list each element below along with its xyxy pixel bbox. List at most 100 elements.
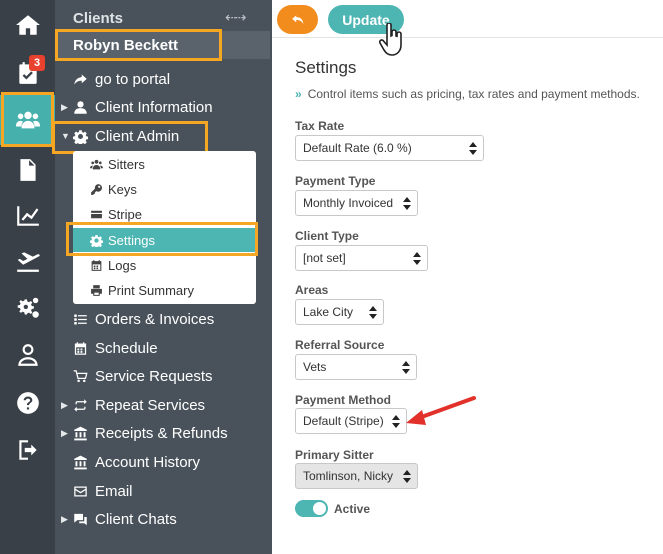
field-label-areas: Areas <box>295 283 329 297</box>
plane-icon[interactable] <box>0 238 55 284</box>
repeat-icon <box>71 396 89 414</box>
bank-icon <box>71 453 89 471</box>
share-arrow-icon <box>71 70 89 88</box>
sidebar-item-label: Orders & Invoices <box>95 310 215 328</box>
group-icon <box>89 157 103 171</box>
description-text: Control items such as pricing, tax rates… <box>307 87 640 101</box>
toolbar: Update <box>272 0 663 38</box>
home-icon[interactable] <box>0 2 55 48</box>
list-icon <box>71 310 89 328</box>
payment-type-select[interactable]: Monthly Invoiced <box>295 190 418 216</box>
select-value: Default Rate (6.0 %) <box>303 141 412 155</box>
submenu-item-label: Keys <box>108 181 137 197</box>
sidebar-item-label: Receipts & Refunds <box>95 424 228 442</box>
sidebar-item-label: Repeat Services <box>95 396 206 414</box>
back-button[interactable] <box>277 5 318 34</box>
field-label-payment-method: Payment Method <box>295 393 392 407</box>
chart-icon[interactable] <box>0 193 55 239</box>
sidebar-item-label: Service Requests <box>95 367 213 385</box>
client-name-highlight <box>55 29 222 61</box>
sidebar-item-label: go to portal <box>95 70 171 88</box>
active-label: Active <box>334 502 371 516</box>
logout-icon[interactable] <box>0 427 55 473</box>
double-chevron-right-icon: » <box>295 87 302 101</box>
user-icon[interactable] <box>0 332 55 378</box>
rail-highlight <box>1 92 54 147</box>
caret-right-icon: ▶ <box>61 513 68 524</box>
field-label-primary-sitter: Primary Sitter <box>295 448 374 462</box>
sort-arrows-icon <box>413 252 421 265</box>
notification-badge: 3 <box>29 55 45 71</box>
sidebar-item-client-information[interactable]: ▶ Client Information <box>55 95 272 119</box>
sort-arrows-icon <box>403 197 411 210</box>
document-icon[interactable] <box>0 147 55 193</box>
sidebar-item-label: Client Chats <box>95 510 177 528</box>
prev-next-arrows[interactable]: ⇠⇢ <box>225 9 247 26</box>
field-label-referral-source: Referral Source <box>295 338 385 352</box>
submenu-item-sitters[interactable]: Sitters <box>73 152 256 176</box>
toggle-knob <box>313 502 326 515</box>
select-value: Lake City <box>303 305 354 319</box>
primary-sitter-select[interactable]: Tomlinson, Nicky <box>295 463 418 489</box>
user-icon <box>71 98 89 116</box>
credit-card-icon <box>89 207 103 221</box>
caret-right-icon: ▶ <box>61 427 68 438</box>
submenu-item-label: Logs <box>108 257 137 273</box>
sidebar-item-client-chats[interactable]: ▶ Client Chats <box>55 507 272 531</box>
sidebar-item-go-to-portal[interactable]: go to portal <box>55 67 272 91</box>
icon-rail: 3 <box>0 0 55 554</box>
sidebar-item-schedule[interactable]: Schedule <box>55 336 272 360</box>
select-value: Tomlinson, Nicky <box>303 469 394 483</box>
caret-right-icon: ▶ <box>61 399 68 410</box>
referral-source-select[interactable]: Vets <box>295 354 417 380</box>
sidebar-item-label: Account History <box>95 453 201 471</box>
client-sidebar: Clients ⇠⇢ Robyn Beckett go to portal ▶ … <box>52 0 272 554</box>
calendar-icon <box>89 258 103 272</box>
client-admin-highlight <box>52 121 208 154</box>
help-icon[interactable] <box>0 380 55 426</box>
client-type-select[interactable]: [not set] <box>295 245 428 271</box>
sort-arrows-icon <box>469 142 477 155</box>
annotation-arrow-icon <box>406 396 476 425</box>
page-description: » Control items such as pricing, tax rate… <box>295 87 640 101</box>
sort-arrows-icon <box>369 306 377 319</box>
key-icon <box>89 182 103 196</box>
page-title: Settings <box>295 58 357 77</box>
active-toggle[interactable] <box>295 500 328 517</box>
sidebar-item-orders-invoices[interactable]: Orders & Invoices <box>55 307 272 331</box>
submenu-item-logs[interactable]: Logs <box>73 253 256 277</box>
areas-select[interactable]: Lake City <box>295 299 384 325</box>
caret-right-icon: ▶ <box>61 101 68 112</box>
payment-method-select[interactable]: Default (Stripe) <box>295 408 407 434</box>
sidebar-item-label: Schedule <box>95 339 158 357</box>
main-content: Update Settings » Control items such as p… <box>272 0 663 554</box>
select-value: Vets <box>303 360 327 374</box>
bank-icon <box>71 424 89 442</box>
submenu-item-keys[interactable]: Keys <box>73 177 256 201</box>
sidebar-item-account-history[interactable]: Account History <box>55 450 272 474</box>
select-value: [not set] <box>303 251 346 265</box>
sidebar-item-service-requests[interactable]: Service Requests <box>55 364 272 388</box>
sidebar-item-repeat-services[interactable]: ▶ Repeat Services <box>55 393 272 417</box>
calendar-check-icon[interactable] <box>0 50 55 96</box>
chat-icon <box>71 510 89 528</box>
sort-arrows-icon <box>403 470 411 483</box>
tax-rate-select[interactable]: Default Rate (6.0 %) <box>295 135 484 161</box>
sort-arrows-icon <box>402 361 410 374</box>
gears-icon[interactable] <box>0 285 55 331</box>
field-label-client-type: Client Type <box>295 229 359 243</box>
sort-arrows-icon <box>392 415 400 428</box>
submenu-item-print-summary[interactable]: Print Summary <box>73 278 256 302</box>
submenu-item-label: Sitters <box>108 156 145 172</box>
sidebar-item-receipts-refunds[interactable]: ▶ Receipts & Refunds <box>55 421 272 445</box>
sidebar-item-label: Email <box>95 482 133 500</box>
sidebar-item-email[interactable]: Email <box>55 479 272 503</box>
select-value: Monthly Invoiced <box>303 196 394 210</box>
field-label-tax-rate: Tax Rate <box>295 119 345 133</box>
sidebar-item-label: Client Information <box>95 98 213 116</box>
select-value: Default (Stripe) <box>303 414 384 428</box>
undo-arrow-icon <box>291 13 305 27</box>
submenu-item-label: Stripe <box>108 206 142 222</box>
calendar-icon <box>71 339 89 357</box>
sidebar-title: Clients <box>73 10 124 27</box>
